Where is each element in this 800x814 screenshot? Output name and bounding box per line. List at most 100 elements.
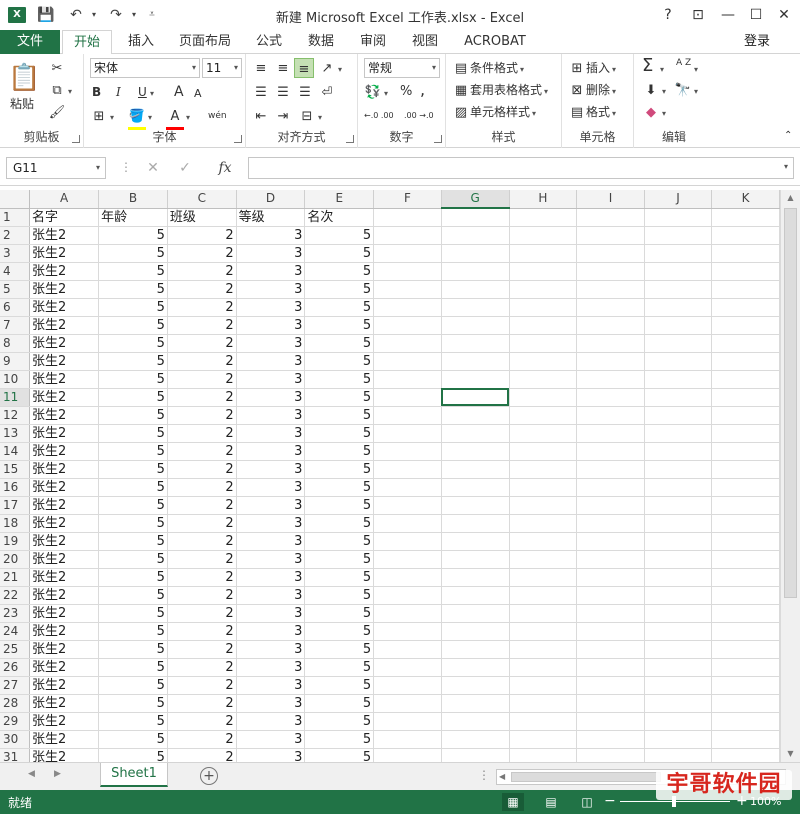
row-header[interactable]: 24 — [0, 622, 30, 641]
paste-button[interactable]: 粘贴 — [10, 94, 34, 114]
cell-k29[interactable] — [711, 712, 780, 731]
collapse-ribbon-icon[interactable]: ⌃ — [784, 126, 792, 146]
cell-b5[interactable]: 5 — [98, 280, 168, 299]
cell-g27[interactable] — [441, 676, 510, 695]
phonetic-button[interactable]: wén — [208, 106, 227, 126]
tab-page-layout[interactable]: 页面布局 — [172, 30, 238, 54]
cell-g8[interactable] — [441, 334, 510, 353]
cell-k5[interactable] — [711, 280, 780, 299]
row-header[interactable]: 13 — [0, 424, 30, 443]
cell-b11[interactable]: 5 — [98, 388, 168, 407]
cell-e20[interactable]: 5 — [304, 550, 375, 569]
row-header[interactable]: 4 — [0, 262, 30, 281]
sort-dropdown-icon[interactable]: ▾ — [692, 58, 698, 78]
cell-d20[interactable]: 3 — [236, 550, 306, 569]
row-header[interactable]: 5 — [0, 280, 30, 299]
cell-a11[interactable]: 张生2 — [29, 388, 100, 407]
vertical-scrollbar[interactable]: ▲ ▼ — [780, 190, 800, 762]
cell-j6[interactable] — [644, 298, 713, 317]
cell-g12[interactable] — [441, 406, 510, 425]
orientation-icon[interactable]: ↗ ▾ — [318, 58, 342, 78]
align-left-icon[interactable]: ☰ — [252, 82, 270, 102]
column-header-k[interactable]: K — [711, 190, 780, 209]
cell-e16[interactable]: 5 — [304, 478, 375, 497]
format-as-table-button[interactable]: ▦ 套用表格格式 ▾ — [452, 80, 548, 100]
cell-c11[interactable]: 2 — [167, 388, 237, 407]
cell-i11[interactable] — [576, 388, 645, 407]
cell-k9[interactable] — [711, 352, 780, 371]
decrease-indent-icon[interactable]: ⇤ — [252, 106, 270, 126]
cell-j30[interactable] — [644, 730, 713, 749]
cell-e3[interactable]: 5 — [304, 244, 375, 263]
row-header[interactable]: 19 — [0, 532, 30, 551]
cell-e27[interactable]: 5 — [304, 676, 375, 695]
cell-j22[interactable] — [644, 586, 713, 605]
cell-g25[interactable] — [441, 640, 510, 659]
cell-c12[interactable]: 2 — [167, 406, 237, 425]
cell-a12[interactable]: 张生2 — [29, 406, 100, 425]
cell-j26[interactable] — [644, 658, 713, 677]
row-header[interactable]: 11 — [0, 388, 30, 407]
align-center-icon[interactable]: ☰ — [274, 82, 292, 102]
cell-h11[interactable] — [509, 388, 578, 407]
cell-f18[interactable] — [373, 514, 442, 533]
cell-c9[interactable]: 2 — [167, 352, 237, 371]
cell-h24[interactable] — [509, 622, 578, 641]
copy-icon[interactable]: ⧉ ▾ — [48, 80, 72, 100]
cell-c15[interactable]: 2 — [167, 460, 237, 479]
cell-h17[interactable] — [509, 496, 578, 515]
currency-icon[interactable]: 💱 ▾ — [364, 82, 388, 102]
cell-a25[interactable]: 张生2 — [29, 640, 100, 659]
cell-k27[interactable] — [711, 676, 780, 695]
cell-i25[interactable] — [576, 640, 645, 659]
cell-e14[interactable]: 5 — [304, 442, 375, 461]
cell-g24[interactable] — [441, 622, 510, 641]
cell-f4[interactable] — [373, 262, 442, 281]
column-header-i[interactable]: I — [576, 190, 645, 209]
cell-g21[interactable] — [441, 568, 510, 587]
cell-styles-button[interactable]: ▨ 单元格样式 ▾ — [452, 102, 536, 122]
cell-d27[interactable]: 3 — [236, 676, 306, 695]
cell-h10[interactable] — [509, 370, 578, 389]
cell-b2[interactable]: 5 — [98, 226, 168, 245]
cell-j21[interactable] — [644, 568, 713, 587]
cell-b13[interactable]: 5 — [98, 424, 168, 443]
cell-f24[interactable] — [373, 622, 442, 641]
cell-f9[interactable] — [373, 352, 442, 371]
cell-a13[interactable]: 张生2 — [29, 424, 100, 443]
row-header[interactable]: 26 — [0, 658, 30, 677]
cell-a26[interactable]: 张生2 — [29, 658, 100, 677]
cell-i13[interactable] — [576, 424, 645, 443]
find-select-button[interactable]: 🔭 ▾ — [674, 80, 698, 100]
cell-f20[interactable] — [373, 550, 442, 569]
cell-d29[interactable]: 3 — [236, 712, 306, 731]
cell-j14[interactable] — [644, 442, 713, 461]
cell-h25[interactable] — [509, 640, 578, 659]
cell-a3[interactable]: 张生2 — [29, 244, 100, 263]
cell-j13[interactable] — [644, 424, 713, 443]
cell-k22[interactable] — [711, 586, 780, 605]
sort-filter-button[interactable]: A Z — [676, 58, 691, 78]
cell-d30[interactable]: 3 — [236, 730, 306, 749]
cell-a18[interactable]: 张生2 — [29, 514, 100, 533]
cell-b16[interactable]: 5 — [98, 478, 168, 497]
cell-c31[interactable]: 2 — [167, 748, 237, 762]
cell-h29[interactable] — [509, 712, 578, 731]
cell-i28[interactable] — [576, 694, 645, 713]
cell-j24[interactable] — [644, 622, 713, 641]
cell-a23[interactable]: 张生2 — [29, 604, 100, 623]
column-header-a[interactable]: A — [29, 190, 100, 209]
select-all-corner[interactable] — [0, 190, 30, 209]
row-header[interactable]: 22 — [0, 586, 30, 605]
cell-k4[interactable] — [711, 262, 780, 281]
cell-j20[interactable] — [644, 550, 713, 569]
row-header[interactable]: 18 — [0, 514, 30, 533]
row-header[interactable]: 2 — [0, 226, 30, 245]
cell-d31[interactable]: 3 — [236, 748, 306, 762]
autosum-button[interactable]: Σ — [642, 56, 653, 76]
cell-k19[interactable] — [711, 532, 780, 551]
conditional-format-button[interactable]: ▤ 条件格式 ▾ — [452, 58, 524, 78]
cell-j28[interactable] — [644, 694, 713, 713]
cell-g11[interactable] — [441, 388, 510, 407]
column-header-e[interactable]: E — [304, 190, 375, 209]
